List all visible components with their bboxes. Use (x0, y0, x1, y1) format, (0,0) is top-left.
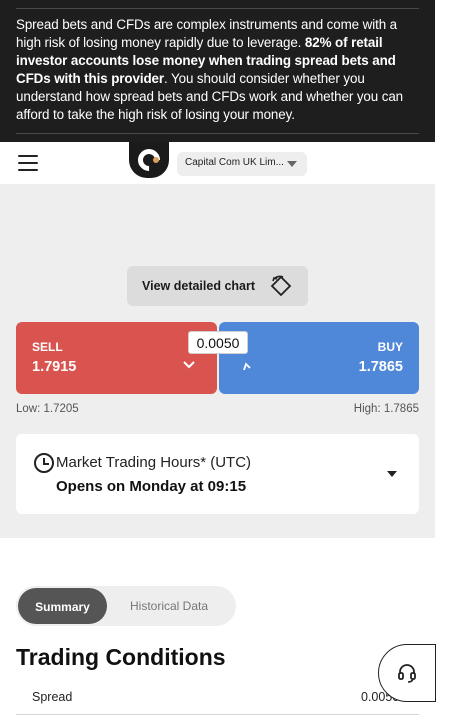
spread-row-label: Spread (32, 690, 73, 704)
tab-historical-data[interactable]: Historical Data (130, 599, 208, 613)
divider (16, 714, 419, 715)
content-tabs: Summary Historical Data (16, 586, 236, 626)
view-detailed-chart-button[interactable]: View detailed chart (127, 266, 308, 306)
buy-price: 1.7865 (358, 359, 403, 375)
sell-label: SELL (32, 340, 63, 354)
view-detailed-chart-label: View detailed chart (142, 279, 256, 293)
spread-badge: 0.0050 (188, 331, 248, 354)
market-hours-card[interactable]: Market Trading Hours* (UTC) Opens on Mon… (16, 434, 419, 514)
clock-icon (34, 453, 54, 473)
trend-up-icon (243, 362, 251, 371)
capital-com-logo[interactable] (129, 142, 169, 178)
support-chat-button[interactable] (378, 644, 436, 702)
hamburger-menu-icon[interactable] (18, 155, 38, 171)
buy-button[interactable]: BUY 1.7865 (219, 322, 419, 394)
divider (16, 8, 419, 9)
trading-conditions-title: Trading Conditions (16, 644, 226, 670)
headset-icon (398, 664, 416, 683)
sell-button[interactable]: SELL 1.7915 (16, 322, 217, 394)
daily-high: High: 1.7865 (353, 403, 419, 415)
instrument-panel: View detailed chart SELL 1.7915 BUY 1.78… (0, 184, 435, 538)
logo-dot (153, 157, 159, 163)
risk-warning-text: Spread bets and CFDs are complex instrum… (16, 17, 404, 122)
rotate-device-icon (270, 275, 292, 297)
entity-selector-dropdown[interactable]: Capital Com UK Lim... (177, 152, 307, 176)
tab-summary[interactable]: Summary (18, 588, 107, 624)
sell-price: 1.7915 (32, 359, 77, 375)
caret-down-icon[interactable] (387, 471, 397, 477)
market-hours-title: Market Trading Hours* (UTC) (56, 454, 252, 471)
market-opens-text: Opens on Monday at 09:15 (56, 478, 247, 495)
caret-down-icon (287, 161, 297, 167)
buy-label: BUY (377, 340, 403, 354)
chevron-down-icon (183, 361, 195, 369)
daily-low: Low: 1.7205 (16, 403, 79, 415)
risk-warning-banner: Spread bets and CFDs are complex instrum… (0, 0, 435, 142)
logo-c-mark (133, 144, 165, 176)
entity-selected-label: Capital Com UK Lim... (185, 157, 284, 168)
top-navigation-bar: Capital Com UK Lim... (0, 142, 435, 184)
divider (16, 133, 419, 134)
